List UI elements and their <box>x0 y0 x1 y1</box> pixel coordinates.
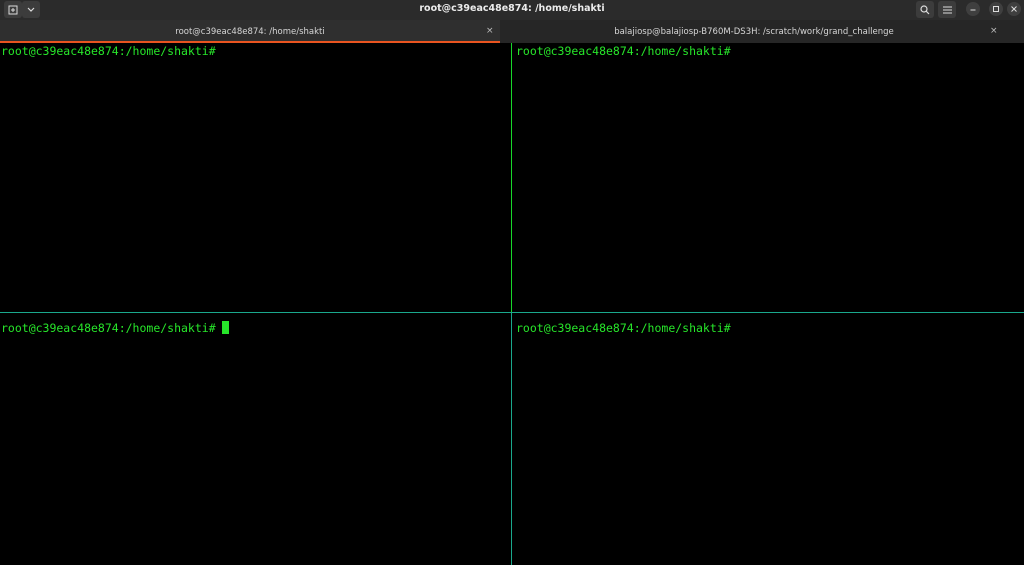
window-title: root@c39eac48e874: /home/shakti <box>419 3 605 14</box>
hamburger-menu-icon <box>942 6 952 13</box>
terminal-pane-bottom-right[interactable]: root@c39eac48e874:/home/shakti# <box>513 314 1024 565</box>
maximize-icon <box>993 6 999 12</box>
shell-prompt: root@c39eac48e874:/home/shakti# <box>1 321 216 335</box>
search-button[interactable] <box>916 1 934 18</box>
shell-prompt: root@c39eac48e874:/home/shakti# <box>1 44 216 58</box>
shell-prompt-line: root@c39eac48e874:/home/shakti# <box>1 321 229 335</box>
tab-root-shell[interactable]: root@c39eac48e874: /home/shakti <box>0 20 500 43</box>
title-bar: root@c39eac48e874: /home/shakti <box>0 0 1024 20</box>
tab-close-button[interactable]: × <box>486 26 494 36</box>
minimize-icon <box>970 9 976 11</box>
pane-divider-vertical-bottom[interactable] <box>511 313 512 565</box>
shell-prompt: root@c39eac48e874:/home/shakti# <box>516 321 731 335</box>
hamburger-menu-button[interactable] <box>938 1 956 18</box>
pane-divider-horizontal[interactable] <box>0 312 1024 313</box>
pane-divider-vertical-top[interactable] <box>511 43 512 313</box>
minimize-button[interactable] <box>966 2 980 16</box>
maximize-button[interactable] <box>989 2 1003 16</box>
search-icon <box>920 4 930 14</box>
tab-close-button[interactable]: × <box>990 26 998 36</box>
terminal-cursor <box>221 321 229 334</box>
tab-balajiosp-shell[interactable]: balajiosp@balajiosp-B760M-DS3H: /scratch… <box>504 20 1004 43</box>
tab-bar: root@c39eac48e874: /home/shakti × balaji… <box>0 20 1024 43</box>
terminal-pane-bottom-left[interactable]: root@c39eac48e874:/home/shakti# <box>0 314 511 565</box>
terminal-pane-top-left[interactable]: root@c39eac48e874:/home/shakti# <box>0 43 511 312</box>
close-window-button[interactable] <box>1007 2 1021 16</box>
tab-label: balajiosp@balajiosp-B760M-DS3H: /scratch… <box>614 26 894 37</box>
close-icon <box>1011 6 1017 12</box>
tab-label: root@c39eac48e874: /home/shakti <box>175 26 325 37</box>
shell-prompt: root@c39eac48e874:/home/shakti# <box>516 44 731 58</box>
terminal-pane-top-right[interactable]: root@c39eac48e874:/home/shakti# <box>513 43 1024 312</box>
